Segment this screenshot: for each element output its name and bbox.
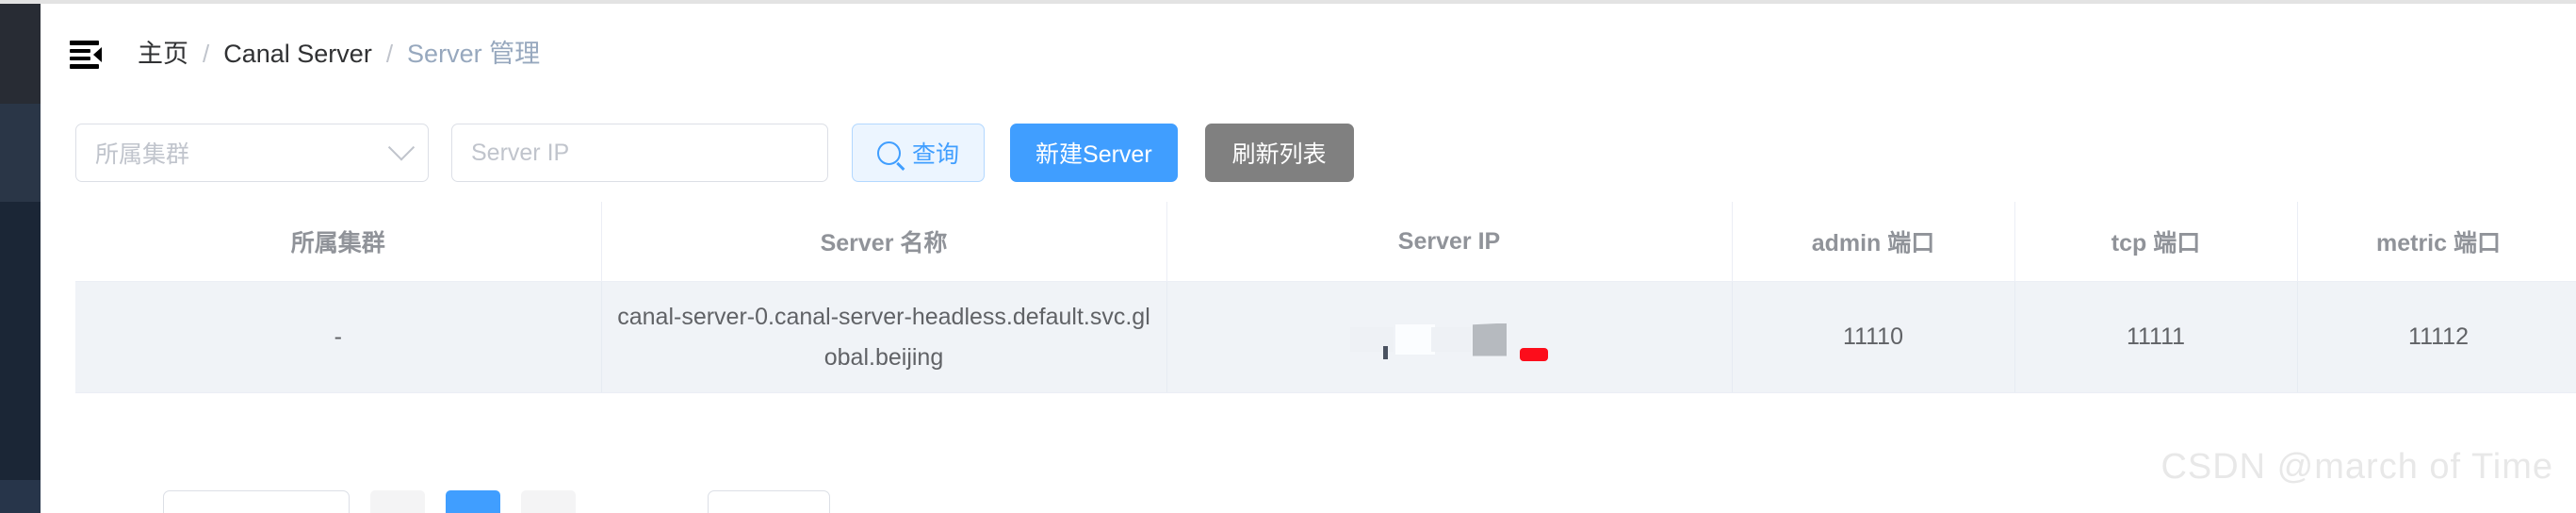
menu-fold-bar (70, 64, 99, 69)
page-size-select[interactable] (163, 490, 350, 513)
cluster-select[interactable]: 所属集群 (75, 124, 429, 182)
sidebar-band-top (0, 4, 41, 104)
column-header-tcp-port[interactable]: tcp 端口 (2014, 202, 2298, 282)
column-header-cluster[interactable]: 所属集群 (75, 202, 602, 282)
refresh-list-button[interactable]: 刷新列表 (1204, 124, 1354, 182)
menu-fold-bar (70, 41, 99, 45)
cell-cluster: - (75, 281, 602, 393)
cell-admin-port: 11110 (1732, 281, 2015, 393)
column-header-admin-port[interactable]: admin 端口 (1732, 202, 2015, 282)
breadcrumb: 主页 / Canal Server / Server 管理 (138, 41, 540, 67)
menu-fold-arrow (93, 47, 102, 62)
sidebar-nav[interactable] (0, 4, 41, 513)
server-management-page: 主页 / Canal Server / Server 管理 所属集群 查询 新建… (0, 0, 2576, 513)
sidebar-band-bottom (0, 480, 41, 513)
redaction-block (1383, 345, 1388, 359)
pagination (75, 490, 2542, 513)
pagination-next-button[interactable] (521, 490, 576, 513)
menu-fold-bar (70, 49, 90, 53)
cell-metric-port: 11112 (2297, 281, 2576, 393)
cell-server-ip (1166, 281, 1733, 393)
column-header-server-ip[interactable]: Server IP (1166, 202, 1733, 282)
breadcrumb-item-home[interactable]: 主页 (138, 41, 188, 67)
sidebar-band-active[interactable] (0, 104, 41, 202)
cell-tcp-port: 11111 (2014, 281, 2298, 393)
pagination-prev-button[interactable] (370, 490, 425, 513)
new-server-button-label: 新建Server (1035, 141, 1152, 168)
new-server-button[interactable]: 新建Server (1010, 124, 1178, 182)
page-header: 主页 / Canal Server / Server 管理 (44, 4, 2576, 104)
redacted-ip-overlay (1341, 312, 1557, 363)
filter-toolbar: 所属集群 查询 新建Server 刷新列表 (44, 104, 2576, 202)
breadcrumb-item-current: Server 管理 (407, 39, 541, 68)
breadcrumb-separator: / (203, 40, 210, 68)
menu-fold-icon[interactable] (68, 37, 107, 71)
redaction-block (1431, 326, 1471, 352)
redaction-block-red (1520, 347, 1548, 361)
sidebar-band-body (0, 202, 41, 480)
pagination-jump-input[interactable] (708, 490, 830, 513)
table-header-row: 所属集群 Server 名称 Server IP admin 端口 tcp 端口… (75, 202, 2576, 282)
watermark: CSDN @march of Time (2160, 447, 2553, 487)
query-button[interactable]: 查询 (852, 124, 986, 182)
column-header-server-name[interactable]: Server 名称 (601, 202, 1167, 282)
refresh-list-button-label: 刷新列表 (1231, 141, 1327, 168)
menu-fold-bar (70, 57, 90, 60)
chevron-down-icon (387, 134, 416, 161)
cell-server-name: canal-server-0.canal-server-headless.def… (601, 281, 1167, 393)
table-row[interactable]: - canal-server-0.canal-server-headless.d… (75, 281, 2576, 393)
cluster-select-placeholder: 所属集群 (95, 141, 190, 168)
redaction-block (1395, 323, 1435, 355)
pagination-page-1[interactable] (446, 490, 500, 513)
redaction-block (1473, 323, 1507, 356)
server-table: 所属集群 Server 名称 Server IP admin 端口 tcp 端口… (75, 202, 2576, 393)
breadcrumb-separator: / (385, 40, 394, 68)
search-icon (877, 141, 901, 165)
server-ip-input[interactable] (451, 124, 828, 182)
query-button-label: 查询 (912, 141, 960, 168)
breadcrumb-item-canal-server[interactable]: Canal Server (223, 41, 372, 67)
column-header-metric-port[interactable]: metric 端口 (2297, 202, 2576, 282)
main-content: 主页 / Canal Server / Server 管理 所属集群 查询 新建… (44, 4, 2576, 513)
